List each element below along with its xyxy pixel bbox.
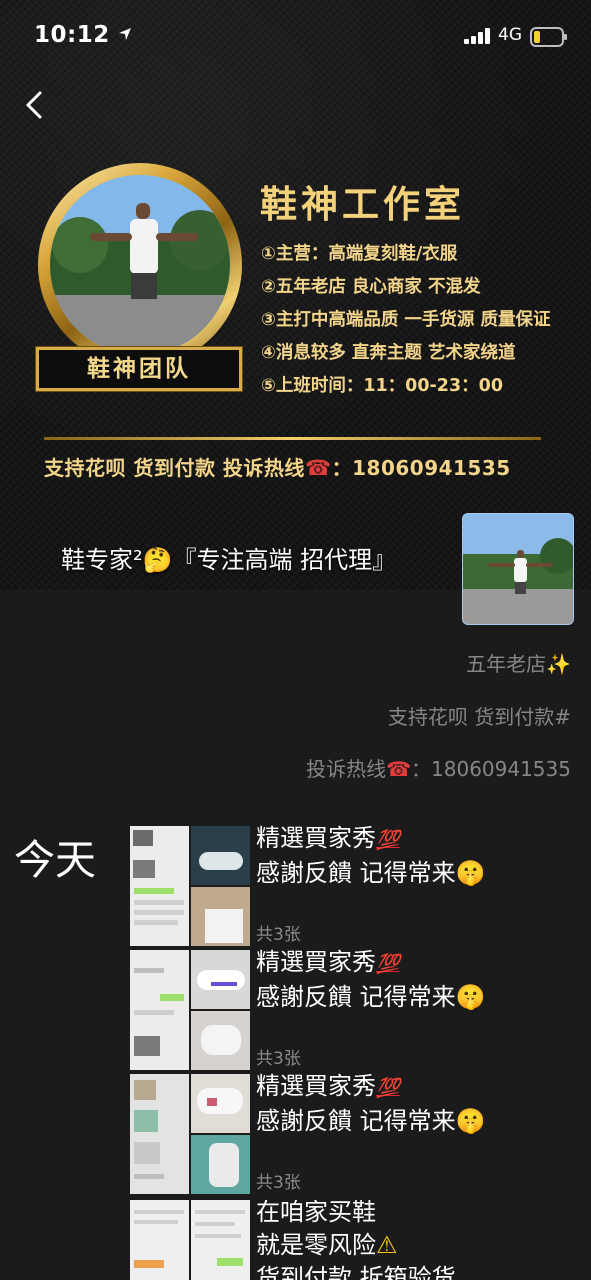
post-thumbnail-grid[interactable] — [130, 1200, 250, 1280]
avatar-ring — [38, 163, 242, 367]
hotline-banner: 支持花呗 货到付款 投诉热线☎：18060941535 — [44, 452, 511, 481]
bio-phone: ：18060941535 — [411, 757, 571, 781]
bio-text: 投诉热线 — [306, 757, 387, 781]
post-caption-line: 精選買家秀 — [256, 824, 376, 852]
date-label: 今天 — [14, 836, 96, 884]
status-bar: 10:12 4G — [0, 0, 591, 70]
feed-post[interactable]: 精選買家秀💯 感謝反饋 记得常来🤫 共3张 — [130, 824, 580, 950]
hotline-banner-text: 支持花呗 货到付款 投诉热线 — [44, 456, 305, 480]
hundred-points-icon: 💯 — [376, 829, 400, 851]
bio-line: 五年老店✨ — [466, 648, 571, 677]
profile-avatar[interactable] — [462, 513, 574, 625]
feature-item: ⑤上班时间：11：00-23：00 — [261, 376, 503, 396]
photo-count: 共3张 — [256, 925, 301, 945]
clock-text: 10:12 — [34, 22, 110, 48]
post-caption-line: 就是零风险 — [256, 1231, 376, 1259]
hundred-points-icon: 💯 — [376, 1077, 400, 1099]
avatar-label: 鞋神团队 — [36, 347, 242, 391]
post-caption-line: 精選買家秀 — [256, 948, 376, 976]
status-time: 10:12 — [34, 22, 132, 48]
post-thumbnail — [130, 950, 189, 1070]
shushing-face-icon: 🤫 — [455, 859, 486, 887]
post-thumbnail — [191, 826, 250, 885]
post-thumbnail-grid[interactable] — [130, 826, 250, 946]
post-caption: 精選買家秀💯 感謝反饋 记得常来🤫 — [256, 822, 486, 890]
hundred-points-icon: 💯 — [376, 953, 400, 975]
hotline-banner-number: ：18060941535 — [331, 456, 511, 480]
avatar-photo — [50, 175, 230, 355]
warning-icon: ⚠ — [376, 1231, 398, 1259]
telephone-icon: ☎ — [386, 757, 412, 781]
post-caption: 精選買家秀💯 感謝反饋 记得常来🤫 — [256, 946, 486, 1014]
post-thumbnail — [191, 1011, 250, 1070]
location-arrow-icon — [119, 28, 132, 40]
post-caption-line: 精選買家秀 — [256, 1072, 376, 1100]
network-type: 4G — [498, 25, 522, 45]
post-thumbnail — [191, 1074, 250, 1133]
feature-item: ③主打中高端品质 一手货源 质量保证 — [261, 310, 551, 330]
post-thumbnail — [130, 1074, 189, 1194]
feature-item: ①主营：高端复刻鞋/衣服 — [261, 244, 458, 264]
battery-icon — [530, 27, 567, 47]
post-caption: 精選買家秀💯 感謝反饋 记得常来🤫 — [256, 1070, 486, 1138]
photo-count: 共3张 — [256, 1173, 301, 1193]
back-chevron-icon[interactable] — [20, 88, 52, 122]
post-thumbnail — [191, 1200, 250, 1280]
bio-text: 五年老店 — [466, 652, 547, 676]
profile-name: 鞋专家²🤔『专注高端 招代理』 — [61, 546, 397, 574]
post-thumbnail-grid[interactable] — [130, 950, 250, 1070]
post-caption-line: 货到付款 拆箱验货 — [256, 1264, 456, 1280]
shushing-face-icon: 🤫 — [455, 1107, 486, 1135]
feature-list: ①主营：高端复刻鞋/衣服 ②五年老店 良心商家 不混发 ③主打中高端品质 一手货… — [261, 238, 551, 403]
post-thumbnail-grid[interactable] — [130, 1074, 250, 1194]
post-caption-line: 感謝反饋 记得常来 — [256, 859, 456, 887]
post-caption-line: 感謝反饋 记得常来 — [256, 1107, 456, 1135]
studio-title: 鞋神工作室 — [260, 183, 465, 226]
feed-post[interactable]: 精選買家秀💯 感謝反饋 记得常来🤫 共3张 — [130, 948, 580, 1074]
post-thumbnail — [191, 950, 250, 1009]
bio-line: 投诉热线☎：18060941535 — [306, 753, 571, 782]
cover-image[interactable]: 鞋神团队 鞋神工作室 ①主营：高端复刻鞋/衣服 ②五年老店 良心商家 不混发 ③… — [0, 0, 591, 590]
post-thumbnail — [191, 1135, 250, 1194]
shushing-face-icon: 🤫 — [455, 983, 486, 1011]
sparkle-icon: ✨ — [546, 652, 571, 676]
post-caption-line: 在咱家买鞋 — [256, 1200, 376, 1226]
post-caption-line: 感謝反饋 记得常来 — [256, 983, 456, 1011]
post-caption: 在咱家买鞋 就是零风险⚠ 货到付款 拆箱验货 — [256, 1200, 456, 1280]
gold-divider — [44, 437, 541, 440]
bio-line: 支持花呗 货到付款# — [387, 705, 571, 729]
telephone-icon: ☎ — [304, 456, 332, 480]
feature-item: ④消息较多 直奔主题 艺术家绕道 — [261, 343, 516, 363]
feed-post[interactable]: 在咱家买鞋 就是零风险⚠ 货到付款 拆箱验货 — [130, 1200, 580, 1280]
feed-post[interactable]: 精選買家秀💯 感謝反饋 记得常来🤫 共3张 — [130, 1072, 580, 1198]
cell-signal-icon — [464, 28, 490, 44]
feature-item: ②五年老店 良心商家 不混发 — [261, 277, 481, 297]
photo-count: 共3张 — [256, 1049, 301, 1069]
post-thumbnail — [130, 826, 189, 946]
post-thumbnail — [191, 887, 250, 946]
post-thumbnail — [130, 1200, 189, 1280]
